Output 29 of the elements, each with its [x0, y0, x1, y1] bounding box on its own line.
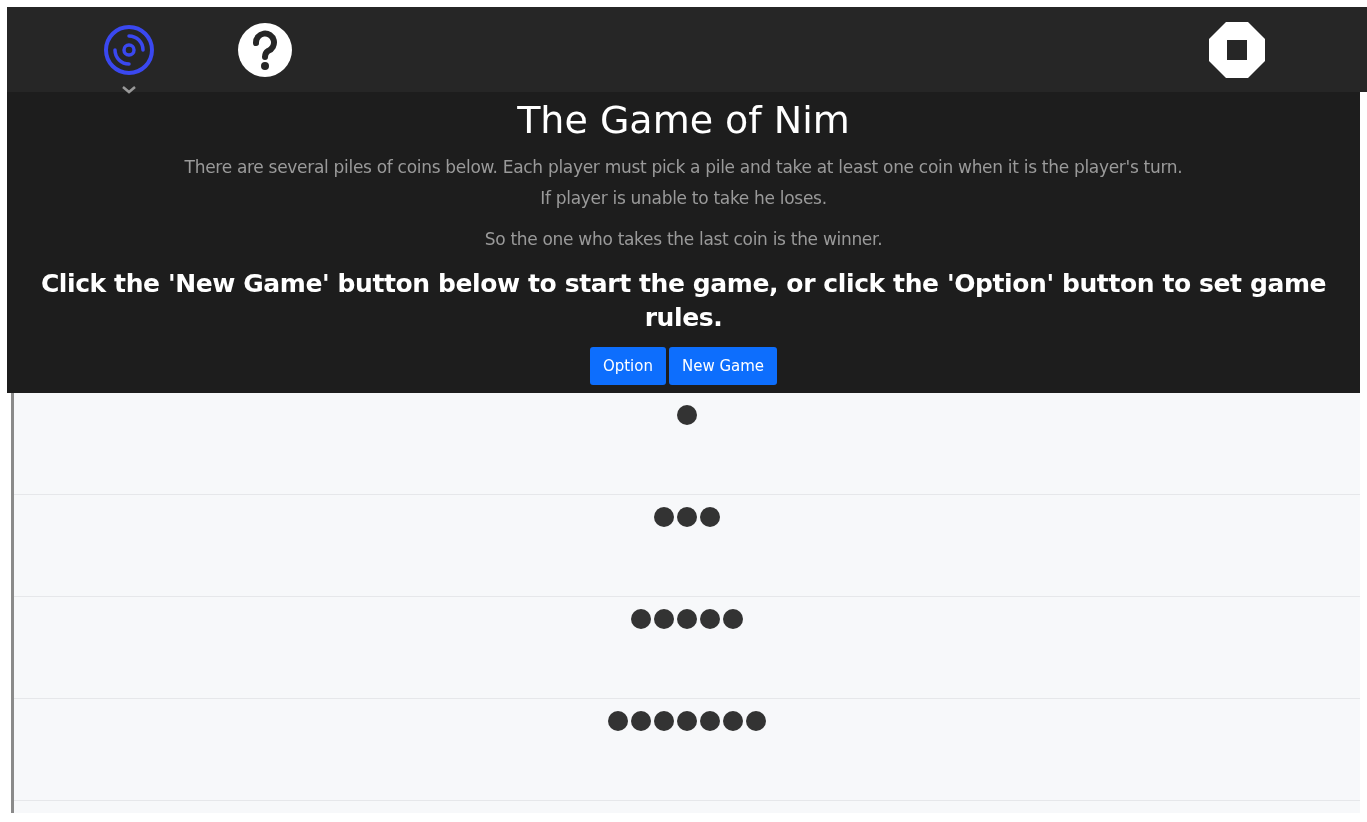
stop-button[interactable] — [1207, 19, 1267, 80]
rules-text: There are several piles of coins below. Each player must pick a pile and take at least one coin when it is the player's turn. — [184, 156, 1183, 179]
coin[interactable] — [723, 711, 743, 731]
help-button[interactable] — [237, 21, 293, 78]
option-button[interactable]: Option — [589, 347, 666, 385]
coin[interactable] — [677, 711, 697, 731]
coin[interactable] — [608, 711, 628, 731]
coin[interactable] — [700, 711, 720, 731]
rules-text: If player is unable to take he loses. — [540, 187, 827, 210]
page-title: The Game of Nim — [517, 98, 850, 142]
coin[interactable] — [700, 609, 720, 629]
caret-icon — [122, 85, 136, 94]
coin[interactable] — [700, 507, 720, 527]
stop-icon — [1208, 20, 1266, 79]
coin[interactable] — [654, 711, 674, 731]
instruction-heading: Click the 'New Game' button below to start the game, or click the 'Option' button to set game rules. — [39, 268, 1328, 334]
coin[interactable] — [677, 609, 697, 629]
coin[interactable] — [631, 711, 651, 731]
new-game-button[interactable]: New Game — [668, 347, 778, 385]
coin[interactable] — [723, 609, 743, 629]
coin[interactable] — [677, 507, 697, 527]
coin[interactable] — [654, 609, 674, 629]
disc-icon — [103, 23, 155, 76]
coin[interactable] — [654, 507, 674, 527]
coin[interactable] — [631, 609, 651, 629]
winner-note: So the one who takes the last coin is the winner. — [484, 229, 883, 249]
help-icon — [237, 21, 293, 78]
coin[interactable] — [746, 711, 766, 731]
coin[interactable] — [677, 405, 697, 425]
